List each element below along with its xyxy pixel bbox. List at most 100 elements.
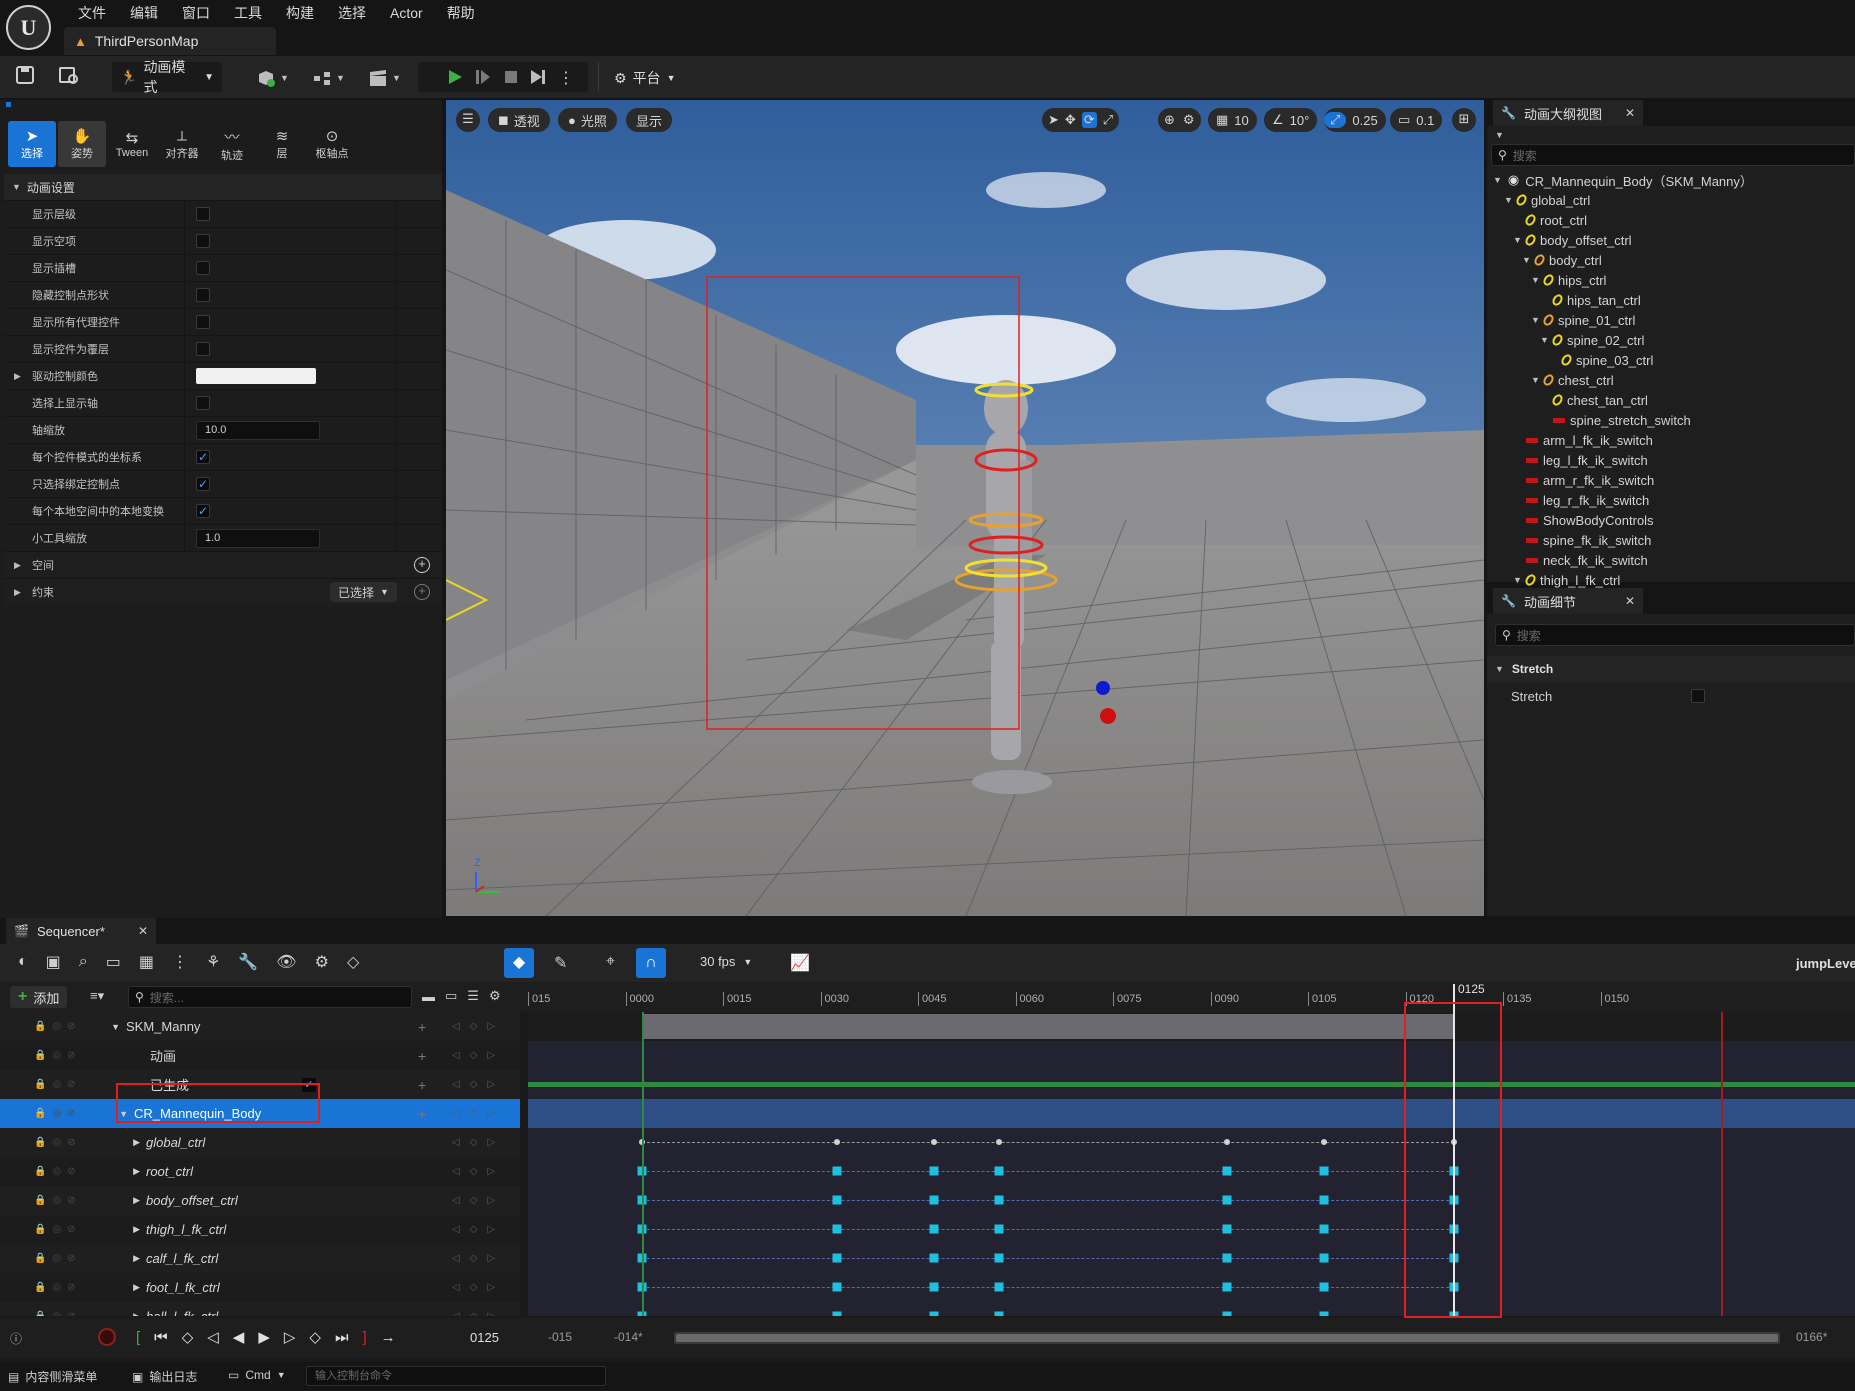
timeline-row[interactable] <box>528 1157 1855 1186</box>
expand-icon[interactable]: ▭ <box>445 988 457 1004</box>
setting-number-field[interactable]: 1.0 <box>196 528 320 548</box>
mode-button-1[interactable]: ✋ 姿势 <box>58 121 106 167</box>
outliner-item[interactable]: spine_03_ctrl <box>1487 350 1855 370</box>
keyframe[interactable] <box>832 1224 841 1234</box>
track-row[interactable]: 🔒◎⊘ ▶ calf_l_fk_ctrl ◁◇▷ <box>0 1244 520 1273</box>
working-range-end[interactable]: 0166* <box>1796 1330 1827 1344</box>
outliner-item[interactable]: ▼ body_offset_ctrl <box>1487 230 1855 250</box>
outliner-item[interactable]: spine_stretch_switch <box>1487 410 1855 430</box>
keyframe[interactable] <box>994 1224 1004 1234</box>
outliner-item[interactable]: spine_fk_ik_switch <box>1487 530 1855 550</box>
chevron-right-icon[interactable]: ▶ <box>110 1137 146 1148</box>
track-state-icons[interactable]: 🔒◎⊘ <box>0 1224 110 1235</box>
outliner-item[interactable]: leg_r_fk_ik_switch <box>1487 490 1855 510</box>
color-swatch[interactable] <box>196 368 316 384</box>
keyframe[interactable] <box>1319 1195 1329 1205</box>
setting-checkbox[interactable]: ✓ <box>196 477 210 491</box>
key-dot[interactable] <box>931 1139 937 1145</box>
timeline-row[interactable] <box>528 1215 1855 1244</box>
track-search-input[interactable]: ⚲ 搜索... <box>128 986 412 1008</box>
chevron-down-icon[interactable]: ▼ <box>1513 235 1522 245</box>
setting-checkbox[interactable]: ✓ <box>196 504 210 518</box>
keyframe[interactable] <box>929 1282 939 1292</box>
keyframe[interactable] <box>1222 1282 1231 1292</box>
jump-start-icon[interactable]: ⏮ <box>154 1329 168 1346</box>
filter-icon[interactable]: ≡▾ <box>90 988 104 1004</box>
viewport-menu-icon[interactable]: ☰ <box>456 108 480 132</box>
keyframe[interactable] <box>832 1195 841 1205</box>
outliner-item[interactable]: ▼ thigh_l_fk_ctrl <box>1487 570 1855 590</box>
details-search-input[interactable]: ⚲ 搜索 <box>1495 624 1855 646</box>
key-settings-icon[interactable]: ⚙ <box>315 952 329 972</box>
current-frame-field[interactable]: 0125 <box>470 1330 499 1345</box>
stretch-section-header[interactable]: ▼ Stretch <box>1487 656 1855 682</box>
chevron-right-icon[interactable]: ▶ <box>110 1282 146 1293</box>
range-start-icon[interactable]: [ <box>136 1329 140 1346</box>
chevron-down-icon[interactable]: ▼ <box>110 1022 126 1032</box>
timeline-row[interactable] <box>528 1099 1855 1128</box>
next-key-icon[interactable]: ◇ <box>309 1328 321 1346</box>
record-icon[interactable] <box>98 1328 116 1346</box>
key-nav-icons[interactable]: ◁◇▷ <box>452 1253 505 1264</box>
outliner-item[interactable]: ▼ spine_01_ctrl <box>1487 310 1855 330</box>
view-range-start[interactable]: -015 <box>548 1330 572 1344</box>
outliner-item[interactable]: root_ctrl <box>1487 210 1855 230</box>
outliner-item[interactable]: ▼ hips_ctrl <box>1487 270 1855 290</box>
add-space-icon[interactable]: + <box>414 557 430 573</box>
pen-icon[interactable]: ✎ <box>554 953 567 973</box>
rotate-icon[interactable]: ⟳ <box>1081 112 1097 128</box>
save-icon[interactable] <box>14 64 36 86</box>
key-dot[interactable] <box>1223 1139 1230 1145</box>
stop-icon[interactable] <box>502 68 520 86</box>
timeline-row[interactable] <box>528 1302 1855 1316</box>
cinematics-button[interactable]: ▼ <box>368 68 401 88</box>
find-icon[interactable]: ⌕ <box>79 953 88 971</box>
menu-build[interactable]: 构建 <box>274 3 326 23</box>
mode-button-3[interactable]: ⟂ 对齐器 <box>158 121 206 167</box>
outliner-item[interactable]: arm_r_fk_ik_switch <box>1487 470 1855 490</box>
mode-button-2[interactable]: ⇆ Tween <box>108 121 156 167</box>
track-state-icons[interactable]: 🔒◎⊘ <box>0 1137 110 1148</box>
scale-snap-button[interactable]: ⤢ 0.25 <box>1324 108 1386 132</box>
add-subtrack-icon[interactable]: + <box>418 1048 426 1064</box>
key-nav-icons[interactable]: ◁◇▷ <box>452 1311 505 1316</box>
timeline-row[interactable] <box>528 1244 1855 1273</box>
chevron-right-icon[interactable]: ▶ <box>110 1224 146 1235</box>
console-input[interactable]: 输入控制台命令 <box>306 1366 606 1386</box>
level-tab[interactable]: ▲ ThirdPersonMap <box>64 27 276 55</box>
keyframe[interactable] <box>1222 1166 1231 1176</box>
lighting-button[interactable]: ● 光照 <box>558 108 617 132</box>
settings-tree-icon[interactable]: ⚘ <box>206 952 220 972</box>
chevron-right-icon[interactable]: ▶ <box>14 371 21 382</box>
menu-tools[interactable]: 工具 <box>222 3 274 23</box>
mode-button-5[interactable]: ≋ 层 <box>258 121 306 167</box>
key-nav-icons[interactable]: ◁◇▷ <box>452 1021 505 1032</box>
keyframe[interactable] <box>929 1195 939 1205</box>
key-nav-icons[interactable]: ◁◇▷ <box>452 1108 505 1119</box>
keyframe[interactable] <box>929 1311 939 1316</box>
outliner-root-row[interactable]: ▼ ◉ CR_Mannequin_Body（SKM_Manny） <box>1487 170 1855 190</box>
keyframe[interactable] <box>1222 1195 1231 1205</box>
outliner-item[interactable]: neck_fk_ik_switch <box>1487 550 1855 570</box>
mode-button-6[interactable]: ⊙ 枢轴点 <box>308 121 356 167</box>
track-row[interactable]: 🔒◎⊘ ▶ body_offset_ctrl ◁◇▷ <box>0 1186 520 1215</box>
viewport-layout-icon[interactable]: ⊞ <box>1452 108 1476 132</box>
mode-button-0[interactable]: ➤ 选择 <box>8 121 56 167</box>
track-state-icons[interactable]: 🔒◎⊘ <box>0 1253 110 1264</box>
add-subtrack-icon[interactable]: + <box>418 1077 426 1093</box>
menu-help[interactable]: 帮助 <box>435 3 487 23</box>
key-nav-icons[interactable]: ◁◇▷ <box>452 1050 505 1061</box>
select-arrow-icon[interactable]: ➤ <box>1048 112 1059 128</box>
key-nav-icons[interactable]: ◁◇▷ <box>452 1166 505 1177</box>
gear-icon[interactable]: ⚙ <box>489 988 501 1004</box>
output-log-button[interactable]: ▣ 输出日志 <box>132 1368 197 1385</box>
jump-end-icon[interactable]: ⏭ <box>335 1329 349 1346</box>
chevron-right-icon[interactable]: ▶ <box>110 1253 146 1264</box>
eject-icon[interactable] <box>528 68 546 86</box>
setting-number-field[interactable]: 10.0 <box>196 420 320 440</box>
chevron-down-icon[interactable]: ▼ <box>1504 195 1513 205</box>
setting-checkbox[interactable] <box>196 234 210 248</box>
eye-icon[interactable]: ◉ <box>1508 172 1519 188</box>
loop-icon[interactable]: → <box>381 1329 396 1346</box>
grid-snap-button[interactable]: ▦ 10 <box>1208 108 1257 132</box>
